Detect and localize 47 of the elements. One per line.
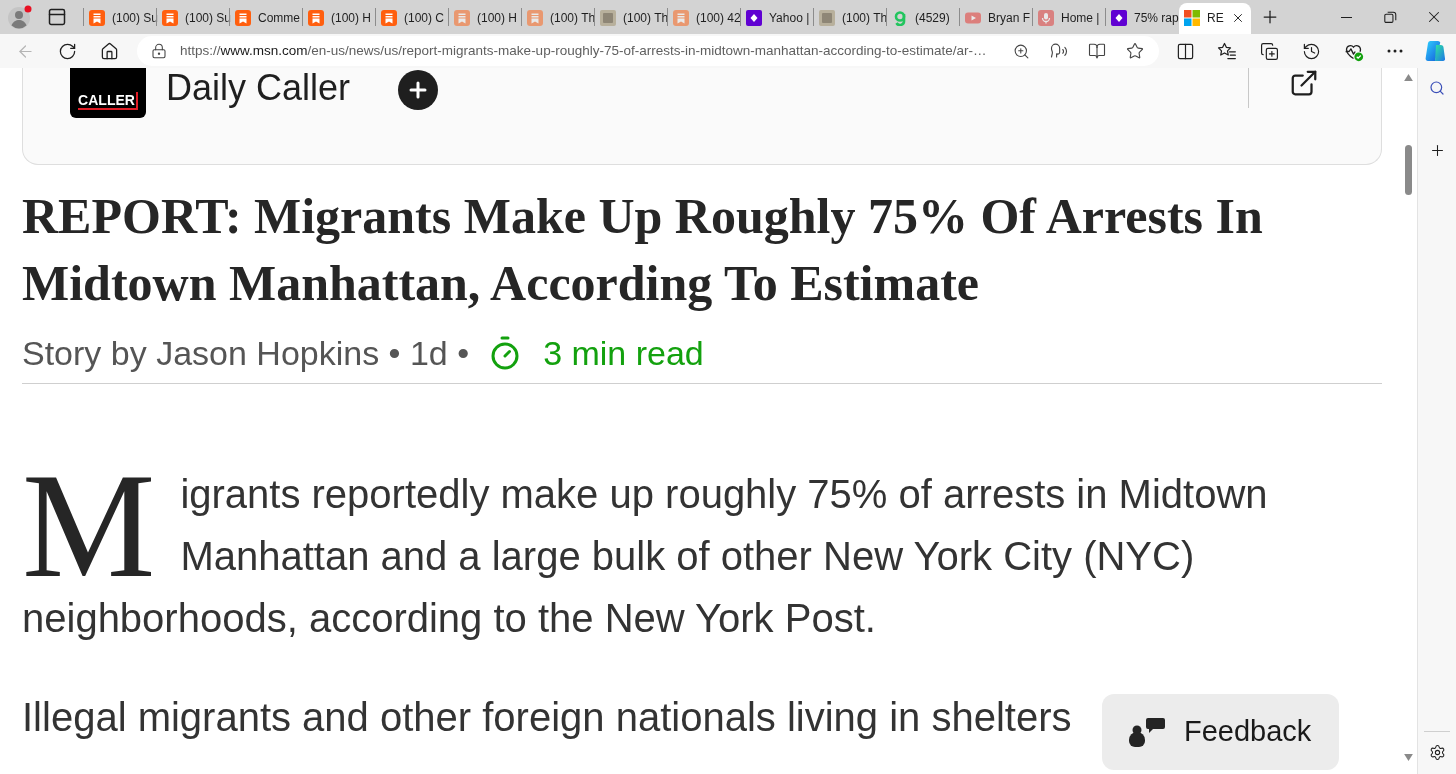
more-icon — [1387, 49, 1403, 53]
minimize-icon — [1340, 16, 1352, 18]
browser-tab[interactable]: Bryan F — [960, 3, 1032, 34]
lock-icon — [151, 43, 167, 59]
logo-text: CALLER — [78, 92, 138, 110]
favorites-icon — [1217, 41, 1237, 61]
browser-tab[interactable]: (100) C — [376, 3, 448, 34]
open-external-icon[interactable] — [1289, 68, 1319, 98]
browser-tab[interactable]: Yahoo | — [741, 3, 813, 34]
address-bar[interactable]: https://www.msn.com/en-us/news/us/report-migrants-make-up-roughly-75-of-arrests-in-midtown-manhattan-according-to-estimate/ar-… — [137, 36, 1159, 66]
zoom-in-icon — [1012, 42, 1030, 60]
star-icon — [1126, 42, 1144, 60]
collections-icon — [1259, 41, 1279, 61]
search-icon — [1429, 80, 1445, 96]
scroll-up-icon[interactable] — [1403, 74, 1413, 81]
scroll-down-icon[interactable] — [1403, 754, 1413, 761]
home-icon — [99, 41, 119, 61]
scrollbar-thumb[interactable] — [1404, 145, 1412, 195]
split-screen-icon — [1175, 41, 1195, 61]
browser-tab[interactable]: (100) H — [449, 3, 521, 34]
byline: Story by Jason Hopkins • 1d • — [22, 332, 470, 374]
app-logo-icon — [1423, 39, 1447, 63]
browser-tab[interactable]: (100) Th — [814, 3, 886, 34]
browser-tab[interactable]: (100) 42 — [668, 3, 740, 34]
read-time: 3 min read — [543, 332, 704, 374]
feedback-button[interactable]: Feedback — [1102, 694, 1339, 770]
panel-icon[interactable] — [47, 7, 67, 27]
profile-icon[interactable] — [7, 4, 33, 30]
refresh-icon — [57, 41, 77, 61]
browser-tab[interactable]: (100) H — [303, 3, 375, 34]
browser-tab[interactable]: 75% rap — [1106, 3, 1178, 34]
browser-tab[interactable]: (4529) — [887, 3, 959, 34]
settings-icon — [1428, 743, 1446, 761]
headline: REPORT: Migrants Make Up Roughly 75% Of Arrests In Midtown Manhattan, According To Estimate — [22, 187, 1264, 313]
browser-tab[interactable]: (100) Th — [595, 3, 667, 34]
reader-icon — [1088, 42, 1106, 60]
restore-icon — [1383, 10, 1397, 24]
browser-tab[interactable]: Comme — [230, 3, 302, 34]
read-aloud-icon — [1050, 42, 1068, 60]
browser-tab[interactable]: RE — [1179, 3, 1251, 34]
browser-tab[interactable]: (100) Th — [522, 3, 594, 34]
source-name: Daily Caller — [166, 68, 351, 108]
follow-button[interactable] — [398, 70, 439, 110]
paragraph-text: Illegal migrants and other foreign nationals living in shelters — [22, 694, 1072, 741]
history-icon — [1301, 41, 1321, 61]
feedback-icon — [1128, 717, 1166, 747]
browser-tab[interactable]: Home | — [1033, 3, 1105, 34]
